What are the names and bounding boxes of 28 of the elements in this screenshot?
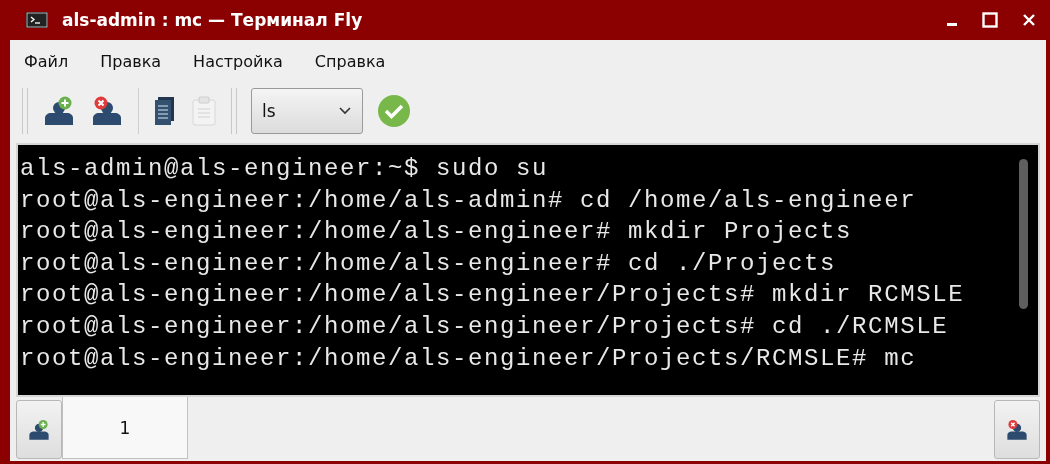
menu-item[interactable]: Справка (314, 51, 386, 71)
new-tab-button[interactable] (16, 400, 62, 459)
terminal-line: root@als-engineer:/home/als-engineer# cd ./Projects (20, 248, 838, 279)
close-icon[interactable] (1022, 13, 1036, 27)
terminal-line: root@als-engineer:/home/als-engineer/Projects# mkdir RCMSLE (20, 280, 966, 311)
checkmark-icon[interactable] (377, 94, 411, 128)
menu-item[interactable]: Правка (100, 51, 162, 71)
maximize-icon[interactable] (982, 12, 998, 28)
terminal-line: als-admin@als-engineer:~$ sudo su (20, 154, 550, 184)
menu-item[interactable]: Файл (24, 51, 69, 71)
command-dropdown[interactable]: ls (251, 88, 363, 134)
menu-item[interactable]: Настройка (193, 51, 283, 71)
chevron-down-icon (338, 106, 352, 116)
scrollbar-thumb[interactable] (1019, 159, 1028, 309)
terminal-line: root@als-engineer:/home/als-engineer# mkdir Projects (20, 217, 854, 248)
terminal-icon (26, 12, 48, 28)
remove-user-icon (1005, 418, 1029, 441)
terminal-line: root@als-engineer:/home/als-engineer/Projects/RCMSLE# mc (20, 343, 918, 374)
terminal-screen[interactable] (16, 143, 1040, 397)
close-tab-button[interactable] (994, 400, 1040, 459)
window-title: als-admin : mc — Терминал Fly (62, 10, 363, 30)
add-user-icon (27, 418, 51, 441)
tab[interactable]: 1 (62, 397, 188, 459)
terminal-line: root@als-engineer:/home/als-admin# cd /home/als-engineer (20, 185, 918, 216)
terminal-line: root@als-engineer:/home/als-engineer/Projects# cd ./RCMSLE (20, 311, 950, 342)
remove-user-icon[interactable] (90, 95, 124, 127)
add-user-icon[interactable] (42, 95, 76, 127)
copy-icon[interactable] (153, 96, 177, 126)
